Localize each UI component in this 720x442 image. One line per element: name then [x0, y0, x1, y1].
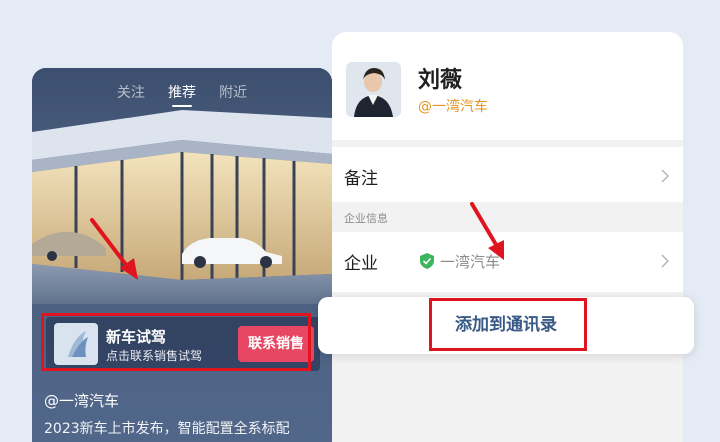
add-to-contacts-button[interactable]: 添加到通讯录	[318, 297, 694, 354]
tab-recommended[interactable]: 推荐	[168, 82, 196, 107]
post-description: 2023新车上市发布，智能配置全系标配	[44, 421, 290, 437]
company-row[interactable]: 企业 一湾汽车	[332, 232, 683, 290]
chevron-right-icon	[661, 169, 669, 183]
contact-name: 刘薇	[418, 68, 463, 93]
avatar[interactable]	[346, 62, 401, 117]
company-value: 一湾汽车	[440, 253, 501, 271]
tab-nearby[interactable]: 附近	[219, 82, 247, 102]
company-label: 企业	[344, 254, 378, 274]
feed-tabs: 关注 推荐 附近	[32, 82, 332, 107]
tab-following[interactable]: 关注	[117, 82, 145, 102]
remark-row[interactable]: 备注	[332, 147, 683, 205]
post-author[interactable]: @一湾汽车	[44, 390, 119, 411]
promo-subtitle: 点击联系销售试驾	[106, 349, 203, 363]
add-to-contacts-sheet: 添加到通讯录	[318, 297, 694, 354]
remark-label: 备注	[344, 169, 378, 189]
promo-title: 新车试驾	[106, 328, 167, 346]
shield-check-icon	[420, 253, 434, 269]
contact-panel: 刘薇 @一湾汽车 备注 企业信息 企业 一湾汽车	[332, 32, 683, 442]
test-drive-promo[interactable]: 新车试驾 点击联系销售试驾 联系销售	[46, 317, 320, 371]
sail-logo-icon	[54, 323, 98, 365]
contact-company-tag: @一湾汽车	[418, 99, 488, 115]
video-feed-card[interactable]: 关注 推荐 附近	[32, 68, 332, 442]
section-label: 企业信息	[344, 212, 388, 225]
enterprise-info-section: 企业信息	[332, 202, 683, 232]
chevron-right-icon	[661, 254, 669, 268]
divider	[332, 140, 683, 147]
contact-sales-button[interactable]: 联系销售	[238, 326, 314, 362]
showroom-image	[32, 68, 332, 308]
